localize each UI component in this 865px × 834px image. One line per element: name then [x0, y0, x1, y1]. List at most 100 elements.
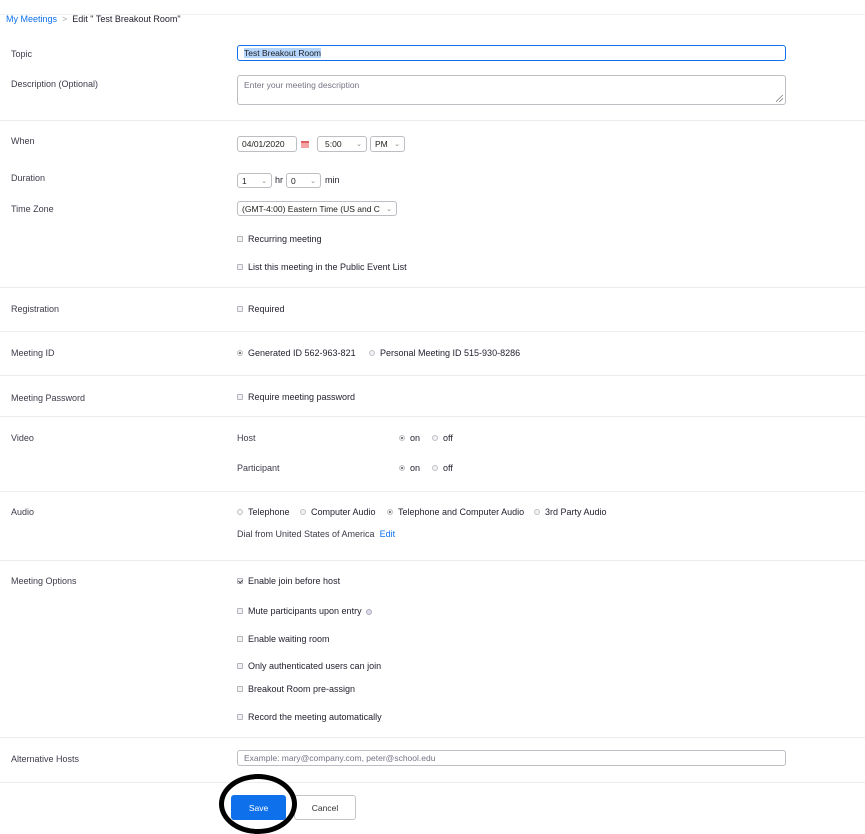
chevron-down-icon: ⌄ [386, 205, 392, 213]
breadcrumb-my-meetings-link[interactable]: My Meetings [6, 14, 57, 24]
divider [0, 120, 865, 121]
chevron-down-icon: ⌄ [356, 141, 362, 148]
date-input[interactable]: 04/01/2020 [237, 136, 297, 152]
recurring-checkbox[interactable]: Recurring meeting [237, 234, 322, 244]
divider [0, 287, 865, 288]
audio-telephone-label: Telephone [248, 507, 290, 517]
checkbox-icon[interactable] [237, 305, 243, 312]
option-join-before-host-label: Enable join before host [248, 576, 341, 586]
checkbox-icon[interactable] [237, 635, 243, 642]
audio-both-radio[interactable]: Telephone and Computer Audio [387, 507, 524, 517]
option-breakout-preassign-checkbox[interactable]: Breakout Room pre-assign [237, 684, 355, 694]
video-host-off-radio[interactable]: off [432, 433, 453, 443]
recurring-label: Recurring meeting [248, 234, 322, 244]
checkbox-icon[interactable] [237, 662, 243, 669]
radio-icon[interactable] [534, 508, 540, 515]
option-record-automatically-checkbox[interactable]: Record the meeting automatically [237, 712, 382, 722]
radio-selected-icon[interactable] [399, 434, 405, 441]
radio-selected-icon[interactable] [399, 464, 405, 471]
option-waiting-room-checkbox[interactable]: Enable waiting room [237, 634, 330, 644]
save-button[interactable]: Save [231, 795, 286, 820]
duration-hours-value: 1 [242, 175, 247, 186]
radio-icon[interactable] [369, 349, 375, 356]
dial-from-label: Dial from United States of America [237, 529, 375, 539]
divider [0, 331, 865, 332]
chevron-down-icon: ⌄ [261, 177, 267, 185]
checkbox-icon[interactable] [237, 393, 243, 400]
require-password-checkbox[interactable]: Require meeting password [237, 392, 355, 402]
divider [0, 416, 865, 417]
option-authenticated-users-label: Only authenticated users can join [248, 661, 382, 671]
divider [0, 737, 865, 738]
audio-third-party-label: 3rd Party Audio [545, 507, 607, 517]
chevron-down-icon: ⌄ [310, 177, 316, 185]
personal-id-label: Personal Meeting ID 515-930-8286 [380, 348, 521, 358]
dial-from-edit-link[interactable]: Edit [380, 529, 396, 539]
generated-id-radio[interactable]: Generated ID 562-963-821 [237, 348, 356, 358]
video-participant-on-radio[interactable]: on [399, 463, 420, 473]
public-list-checkbox[interactable]: List this meeting in the Public Event Li… [237, 262, 407, 272]
dial-from-text: Dial from United States of America Edit [237, 529, 395, 539]
calendar-icon[interactable] [301, 141, 309, 148]
video-participant-off-radio[interactable]: off [432, 463, 453, 473]
alternative-hosts-label: Alternative Hosts [11, 754, 80, 764]
topic-label: Topic [11, 49, 33, 59]
audio-label: Audio [11, 507, 35, 517]
video-label: Video [11, 433, 34, 443]
audio-telephone-radio[interactable]: Telephone [237, 507, 290, 517]
checkbox-icon[interactable] [237, 235, 243, 242]
video-host-on-radio[interactable]: on [399, 433, 420, 443]
video-participant-off-label: off [443, 463, 453, 473]
option-waiting-room-label: Enable waiting room [248, 634, 330, 644]
time-value: 5:00 [325, 139, 342, 149]
public-list-label: List this meeting in the Public Event Li… [248, 262, 407, 272]
video-host-on-label: on [410, 433, 421, 443]
time-select[interactable]: 5:00 ⌄ [317, 136, 367, 152]
alternative-hosts-input[interactable]: Example: mary@company.com, peter@school.… [237, 750, 786, 766]
resize-handle-icon[interactable] [776, 95, 783, 102]
require-password-label: Require meeting password [248, 392, 356, 402]
divider [0, 491, 865, 492]
radio-icon[interactable] [432, 434, 438, 441]
description-label: Description (Optional) [11, 79, 99, 89]
alternative-hosts-placeholder: Example: mary@company.com, peter@school.… [244, 753, 436, 763]
description-textarea[interactable]: Enter your meeting description [237, 75, 786, 105]
duration-minutes-select[interactable]: 0 ⌄ [286, 173, 321, 188]
checkbox-checked-icon[interactable] [237, 577, 243, 584]
cancel-button[interactable]: Cancel [294, 795, 356, 820]
divider [0, 782, 865, 783]
topic-value: Test Breakout Room [244, 48, 322, 58]
checkbox-icon[interactable] [237, 607, 243, 614]
option-join-before-host-checkbox[interactable]: Enable join before host [237, 576, 340, 586]
video-host-off-label: off [443, 433, 453, 443]
when-label: When [11, 136, 35, 146]
video-host-label: Host [237, 433, 256, 443]
option-authenticated-users-checkbox[interactable]: Only authenticated users can join [237, 661, 381, 671]
option-mute-participants-checkbox[interactable]: Mute participants upon entry [237, 606, 372, 616]
radio-selected-icon[interactable] [237, 349, 243, 356]
checkbox-icon[interactable] [237, 713, 243, 720]
radio-icon[interactable] [237, 508, 243, 515]
video-participant-on-label: on [410, 463, 421, 473]
audio-computer-label: Computer Audio [311, 507, 376, 517]
audio-third-party-radio[interactable]: 3rd Party Audio [534, 507, 607, 517]
breadcrumb-separator: > [62, 14, 68, 24]
topic-input[interactable]: Test Breakout Room [237, 45, 786, 61]
date-value: 04/01/2020 [242, 139, 285, 149]
meeting-id-label: Meeting ID [11, 348, 55, 358]
option-mute-participants-label: Mute participants upon entry [248, 606, 362, 616]
radio-icon[interactable] [300, 508, 306, 515]
ampm-select[interactable]: PM ⌄ [370, 136, 405, 152]
chevron-down-icon: ⌄ [394, 141, 400, 148]
help-icon[interactable] [365, 608, 372, 615]
audio-both-label: Telephone and Computer Audio [398, 507, 525, 517]
checkbox-icon[interactable] [237, 685, 243, 692]
radio-selected-icon[interactable] [387, 508, 393, 515]
radio-icon[interactable] [432, 464, 438, 471]
registration-required-checkbox[interactable]: Required [237, 304, 285, 314]
audio-computer-radio[interactable]: Computer Audio [300, 507, 376, 517]
duration-hours-select[interactable]: 1 ⌄ [237, 173, 272, 188]
checkbox-icon[interactable] [237, 263, 243, 270]
timezone-select[interactable]: (GMT-4:00) Eastern Time (US and C ⌄ [237, 201, 397, 216]
personal-id-radio[interactable]: Personal Meeting ID 515-930-8286 [369, 348, 520, 358]
